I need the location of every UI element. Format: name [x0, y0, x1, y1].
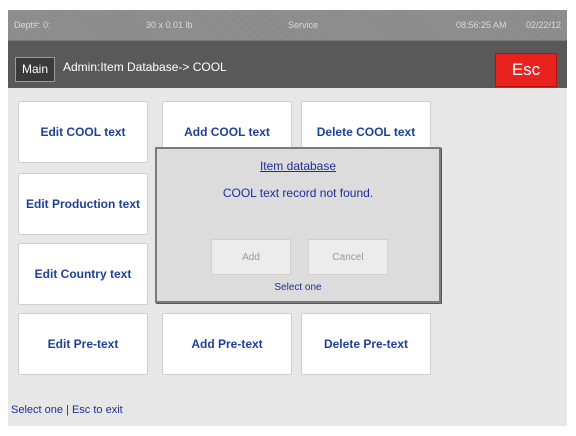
edit-production-text-button[interactable]: Edit Production text	[18, 173, 148, 235]
item-database-dialog: Item database COOL text record not found…	[155, 147, 441, 303]
edit-country-text-button[interactable]: Edit Country text	[18, 243, 148, 305]
dialog-hint: Select one	[274, 282, 322, 293]
delete-pretext-button[interactable]: Delete Pre-text	[301, 313, 431, 375]
main-button[interactable]: Main	[15, 57, 55, 82]
dialog-message: COOL text record not found.	[222, 186, 374, 200]
weight-status: 30 x 0.01 lb	[146, 20, 193, 30]
dept-status: Dept#: 0:	[14, 20, 51, 30]
esc-button[interactable]: Esc	[495, 53, 557, 87]
mode-status: Service	[288, 20, 319, 30]
title-bar: Main Admin:Item Database-> COOL Esc	[8, 40, 567, 88]
breadcrumb: Admin:Item Database-> COOL	[63, 60, 227, 74]
dialog-title: Item database	[259, 159, 337, 173]
footer-hint: Select one | Esc to exit	[11, 404, 123, 416]
cancel-button[interactable]: Cancel	[308, 239, 388, 275]
add-button[interactable]: Add	[211, 239, 291, 275]
edit-cool-text-button[interactable]: Edit COOL text	[18, 101, 148, 163]
time-status: 08:56:25 AM	[456, 20, 507, 30]
edit-pretext-button[interactable]: Edit Pre-text	[18, 313, 148, 375]
status-bar: Dept#: 0: 30 x 0.01 lb Service 08:56:25 …	[8, 10, 567, 40]
date-status: 02/22/12	[526, 20, 562, 30]
add-pretext-button[interactable]: Add Pre-text	[162, 313, 292, 375]
pos-screen: Dept#: 0: 30 x 0.01 lb Service 08:56:25 …	[8, 10, 567, 426]
